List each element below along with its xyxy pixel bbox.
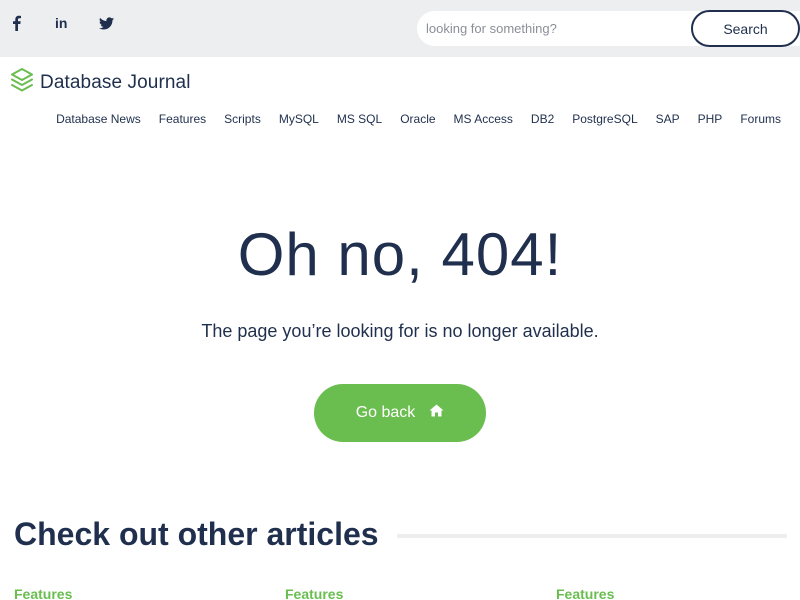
- error-message: The page you’re looking for is no longer…: [201, 321, 599, 341]
- search-input[interactable]: [417, 11, 707, 46]
- layers-icon: [10, 67, 34, 99]
- nav-item-mysql[interactable]: MySQL: [279, 112, 319, 126]
- nav-item-ms-access[interactable]: MS Access: [454, 112, 513, 126]
- go-back-button[interactable]: Go back: [314, 384, 486, 442]
- site-logo[interactable]: Database Journal: [10, 67, 191, 99]
- nav-item-db2[interactable]: DB2: [531, 112, 554, 126]
- logo-text: Database Journal: [40, 72, 191, 93]
- section-divider: [397, 534, 787, 538]
- home-icon: [429, 404, 444, 422]
- go-back-label: Go back: [355, 404, 416, 421]
- article-category-link[interactable]: Features: [14, 586, 72, 600]
- twitter-icon[interactable]: [99, 13, 114, 33]
- nav-item-postgresql[interactable]: PostgreSQL: [572, 112, 637, 126]
- nav-item-features[interactable]: Features: [159, 112, 206, 126]
- nav-item-scripts[interactable]: Scripts: [224, 112, 261, 126]
- article-category-link[interactable]: Features: [556, 586, 614, 600]
- nav-item-sap[interactable]: SAP: [656, 112, 680, 126]
- article-category-link[interactable]: Features: [285, 586, 343, 600]
- facebook-icon[interactable]: [12, 13, 21, 33]
- main-nav: Database News Features Scripts MySQL MS …: [38, 112, 781, 126]
- nav-item-php[interactable]: PHP: [698, 112, 723, 126]
- nav-item-database-news[interactable]: Database News: [56, 112, 141, 126]
- nav-item-ms-sql[interactable]: MS SQL: [337, 112, 382, 126]
- top-bar: in: [0, 0, 800, 57]
- search-button[interactable]: Search: [691, 10, 800, 47]
- nav-item-oracle[interactable]: Oracle: [400, 112, 435, 126]
- nav-item-forums[interactable]: Forums: [740, 112, 781, 126]
- articles-heading: Check out other articles: [14, 516, 379, 552]
- error-title: Oh no, 404!: [237, 221, 563, 288]
- linkedin-icon[interactable]: in: [55, 13, 67, 33]
